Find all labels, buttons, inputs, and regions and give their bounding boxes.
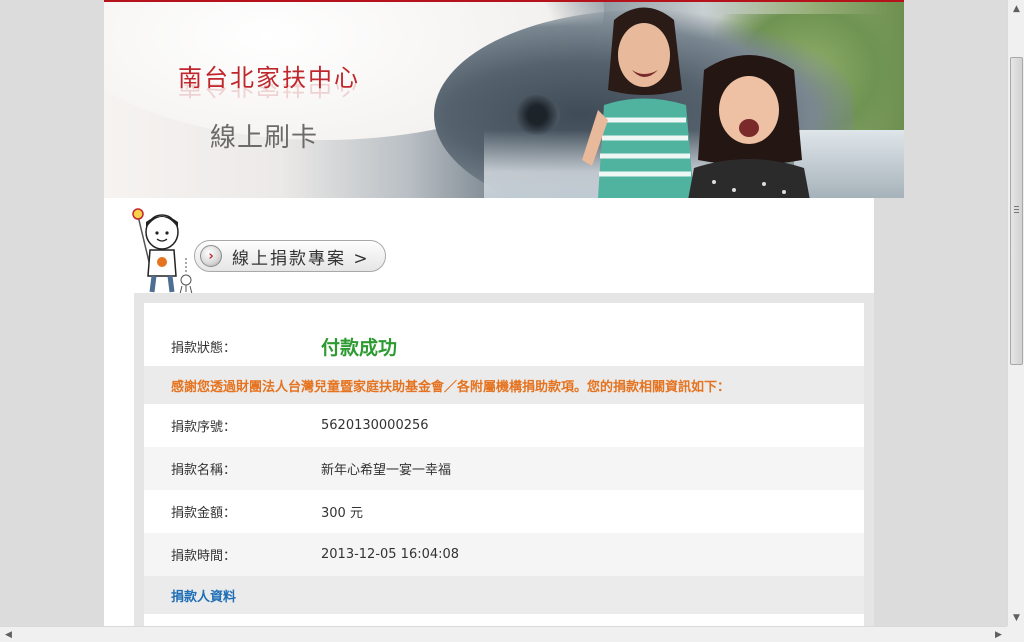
name-value: 新年心希望一宴一幸福: [321, 463, 452, 478]
chevron-right-icon: ›: [200, 245, 222, 267]
donation-info-table: 捐款狀態： 付款成功 感謝您透過財團法人台灣兒童暨家庭扶助基金會／各附屬機構捐助…: [144, 303, 864, 626]
status-row: 捐款狀態： 付款成功: [144, 303, 864, 366]
name-label: 捐款名稱：: [171, 463, 237, 478]
serial-label: 捐款序號：: [171, 420, 237, 435]
org-name-reflection: 南台北家扶中心: [178, 84, 360, 100]
serial-row: 捐款序號： 5620130000256: [144, 404, 864, 447]
page-subtitle: 線上刷卡: [210, 123, 319, 153]
campaign-button-label: 線上捐款專案 >: [232, 248, 370, 269]
donor-section-title: 捐款人資料: [171, 589, 237, 605]
content-panel: › 線上捐款專案 > 捐款狀態： 付款成功 感謝您透過財團法人台灣兒童暨家庭扶助…: [104, 198, 874, 626]
serial-value: 5620130000256: [321, 418, 429, 433]
status-label: 捐款狀態：: [171, 341, 237, 356]
scroll-grip: [1014, 209, 1019, 210]
arrow-down-icon[interactable]: ▼: [1008, 609, 1024, 626]
scroll-grip: [1014, 206, 1019, 207]
mascot-illustration: [132, 208, 193, 295]
amount-label: 捐款金額：: [171, 506, 237, 521]
donor-section-row: 捐款人資料: [144, 576, 864, 614]
status-value: 付款成功: [321, 337, 398, 359]
banner-girl-right: [688, 55, 810, 198]
vertical-scrollbar[interactable]: ▲ ▼: [1007, 0, 1024, 626]
banner-whale-eye: [514, 95, 560, 135]
name-row: 捐款名稱： 新年心希望一宴一幸福: [144, 447, 864, 490]
thanks-message: 感謝您透過財團法人台灣兒童暨家庭扶助基金會／各附屬機構捐助款項。您的捐款相關資訊…: [171, 379, 731, 395]
amount-value: 300 元: [321, 506, 363, 521]
arrow-right-icon[interactable]: ▶: [990, 627, 1007, 642]
amount-row: 捐款金額： 300 元: [144, 490, 864, 533]
panel-header: › 線上捐款專案 >: [104, 198, 874, 295]
arrow-up-icon[interactable]: ▲: [1008, 0, 1024, 17]
arrow-left-icon[interactable]: ◀: [0, 627, 17, 642]
page-viewport: 南台北家扶中心 南台北家扶中心 線上刷卡 › 線上捐款專案 > 捐款狀態： 付款…: [0, 0, 1007, 626]
time-row: 捐款時間： 2013-12-05 16:04:08: [144, 533, 864, 576]
thanks-row: 感謝您透過財團法人台灣兒童暨家庭扶助基金會／各附屬機構捐助款項。您的捐款相關資訊…: [144, 366, 864, 404]
scroll-grip: [1014, 212, 1019, 213]
header-banner: 南台北家扶中心 南台北家扶中心 線上刷卡: [104, 0, 904, 198]
scrollbar-corner: [1007, 626, 1024, 642]
online-donation-campaign-button[interactable]: › 線上捐款專案 >: [194, 240, 386, 272]
banner-top-line: [104, 0, 904, 2]
time-label: 捐款時間：: [171, 549, 237, 564]
time-value: 2013-12-05 16:04:08: [321, 547, 460, 562]
vertical-scroll-thumb[interactable]: [1010, 57, 1023, 365]
horizontal-scrollbar[interactable]: ◀ ▶: [0, 626, 1007, 642]
